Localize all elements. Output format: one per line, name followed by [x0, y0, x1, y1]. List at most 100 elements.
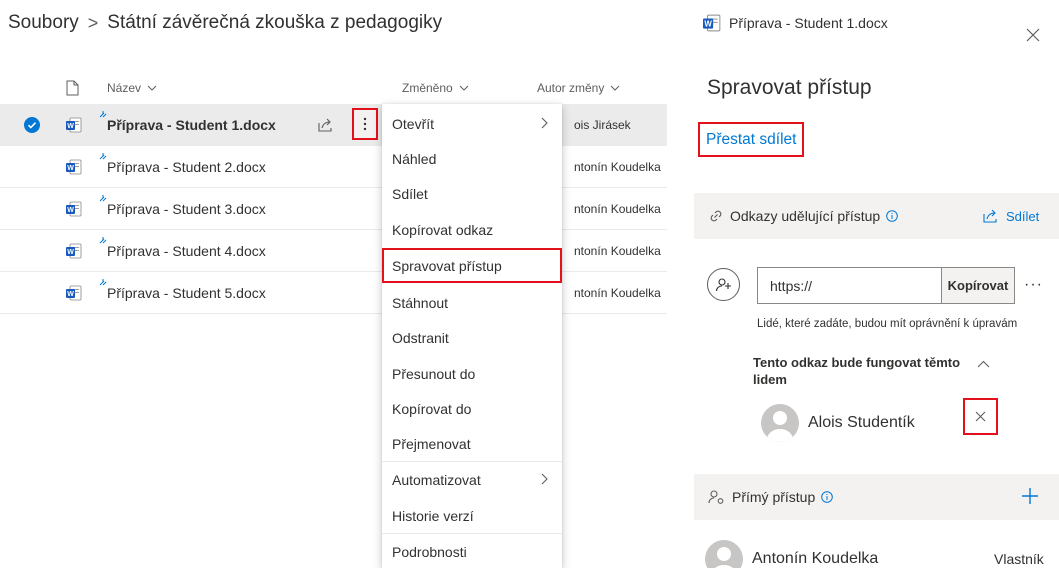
manage-access-panel: W Příprava - Student 1.docx Spravovat př…: [694, 0, 1059, 568]
menu-item-label: Kopírovat do: [392, 400, 472, 417]
menu-item-label: Podrobnosti: [392, 543, 467, 560]
menu-item-label: Odstranit: [392, 329, 449, 346]
table-row[interactable]: W Příprava - Student 4.docx ntonín Koude…: [0, 230, 667, 272]
table-row[interactable]: W Příprava - Student 1.docx ois Jirásek: [0, 104, 667, 146]
person-avatar-icon: [761, 404, 799, 442]
file-name[interactable]: Příprava - Student 5.docx: [107, 272, 266, 314]
owner-name: Antonín Koudelka: [752, 550, 879, 567]
menu-item-label: Kopírovat odkaz: [392, 221, 494, 238]
add-people-icon: [707, 268, 740, 301]
remove-person-button[interactable]: [963, 398, 998, 435]
file-name[interactable]: Příprava - Student 4.docx: [107, 230, 266, 272]
chevron-down-icon: [147, 85, 157, 91]
breadcrumb-chevron-icon: >: [87, 12, 99, 33]
link-icon: [710, 210, 722, 222]
table-row[interactable]: W Příprava - Student 3.docx ntonín Koude…: [0, 188, 667, 230]
panel-file-name: Příprava - Student 1.docx: [729, 15, 888, 31]
chevron-down-icon: [459, 85, 469, 91]
menu-item-automate[interactable]: Automatizovat: [382, 462, 562, 497]
menu-item-preview[interactable]: Náhled: [382, 141, 562, 176]
new-item-icon: [99, 194, 107, 202]
svg-text:W: W: [67, 123, 74, 130]
page-title: Spravovat přístup: [707, 76, 872, 99]
links-section-title: Odkazy udělující přístup: [708, 193, 904, 239]
new-item-icon: [99, 278, 107, 286]
word-file-icon: W: [66, 159, 82, 175]
svg-text:W: W: [67, 291, 74, 298]
document-icon: [66, 72, 79, 104]
person-avatar-icon: [705, 540, 743, 568]
new-item-icon: [99, 110, 107, 118]
chevron-right-icon: [541, 117, 548, 129]
table-row[interactable]: W Příprava - Student 2.docx ntonín Koude…: [0, 146, 667, 188]
menu-item-share[interactable]: Sdílet: [382, 176, 562, 211]
menu-item-open[interactable]: Otevřít: [382, 106, 562, 141]
word-file-icon: W: [66, 243, 82, 259]
table-row[interactable]: W Příprava - Student 5.docx ntonín Koude…: [0, 272, 667, 314]
link-audience-title: Tento odkaz bude fungovat těmto lidem: [753, 355, 961, 387]
link-more-options-button[interactable]: ···: [1024, 276, 1043, 294]
column-header-modified[interactable]: Změněno: [402, 72, 469, 104]
file-name[interactable]: Příprava - Student 1.docx: [107, 104, 276, 146]
author-name: ntonín Koudelka: [574, 286, 661, 300]
more-vertical-icon: [363, 117, 367, 131]
chevron-right-icon: [541, 473, 548, 485]
close-icon[interactable]: [1026, 28, 1040, 42]
menu-item-label: Přejmenovat: [392, 435, 471, 452]
menu-item-move-to[interactable]: Přesunout do: [382, 356, 562, 391]
breadcrumb-root[interactable]: Soubory: [8, 12, 79, 34]
menu-item-download[interactable]: Stáhnout: [382, 285, 562, 320]
link-url-field[interactable]: https://: [757, 267, 942, 304]
menu-item-details[interactable]: Podrobnosti: [382, 534, 562, 568]
new-item-icon: [99, 152, 107, 160]
links-section-header: Odkazy udělující přístup Sdílet: [694, 193, 1059, 239]
menu-item-label: Přesunout do: [392, 365, 476, 382]
menu-item-label: Sdílet: [392, 185, 428, 202]
share-icon: [983, 209, 997, 223]
direct-access-label: Přímý přístup: [732, 489, 816, 505]
menu-item-copy-to[interactable]: Kopírovat do: [382, 391, 562, 426]
menu-item-copy-link[interactable]: Kopírovat odkaz: [382, 212, 562, 247]
file-name[interactable]: Příprava - Student 2.docx: [107, 146, 266, 188]
menu-item-delete[interactable]: Odstranit: [382, 320, 562, 355]
menu-item-version-history[interactable]: Historie verzí: [382, 498, 562, 533]
panel-file-title: W Příprava - Student 1.docx: [703, 14, 888, 32]
copy-link-button[interactable]: Kopírovat: [942, 267, 1015, 304]
word-file-icon: W: [66, 117, 82, 133]
column-header-name[interactable]: Název: [107, 72, 157, 104]
column-modified-label: Změněno: [402, 81, 453, 95]
column-modified-by-label: Autor změny: [537, 81, 605, 95]
menu-item-rename[interactable]: Přejmenovat: [382, 426, 562, 461]
author-name: ntonín Koudelka: [574, 202, 661, 216]
info-icon[interactable]: [886, 210, 898, 222]
menu-item-label: Spravovat přístup: [392, 257, 502, 274]
info-icon[interactable]: [821, 491, 834, 503]
list-header: Název Změněno Autor změny: [0, 72, 667, 104]
shared-person-name: Alois Studentík: [808, 414, 915, 431]
file-name[interactable]: Příprava - Student 3.docx: [107, 188, 266, 230]
svg-text:W: W: [67, 207, 74, 214]
menu-item-label: Otevřít: [392, 115, 435, 132]
link-permission-text: Lidé, které zadáte, budou mít oprávnění …: [757, 318, 1018, 330]
share-button[interactable]: Sdílet: [982, 193, 1039, 239]
word-file-icon: W: [66, 285, 82, 301]
direct-access-section-header: Přímý přístup: [694, 474, 1059, 520]
menu-item-label: Automatizovat: [392, 471, 481, 488]
context-menu: Otevřít Náhled Sdílet Kopírovat odkaz Sp…: [382, 104, 562, 568]
chevron-up-icon[interactable]: [977, 360, 990, 368]
menu-item-manage-access[interactable]: Spravovat přístup: [382, 248, 562, 283]
links-section-label: Odkazy udělující přístup: [730, 208, 881, 224]
menu-item-label: Náhled: [392, 150, 437, 167]
author-name: ntonín Koudelka: [574, 160, 661, 174]
column-header-modified-by[interactable]: Autor změny: [537, 72, 620, 104]
share-icon[interactable]: [317, 117, 333, 133]
direct-access-title: Přímý přístup: [708, 474, 839, 520]
breadcrumb: Soubory > Státní závěrečná zkouška z ped…: [8, 10, 442, 36]
author-name: ntonín Koudelka: [574, 244, 661, 258]
svg-text:W: W: [67, 249, 74, 256]
more-actions-button[interactable]: [352, 108, 378, 140]
plus-icon[interactable]: [1020, 486, 1040, 506]
check-circle-icon[interactable]: [24, 117, 40, 133]
stop-sharing-link[interactable]: Přestat sdílet: [698, 122, 805, 157]
svg-text:W: W: [704, 19, 712, 28]
